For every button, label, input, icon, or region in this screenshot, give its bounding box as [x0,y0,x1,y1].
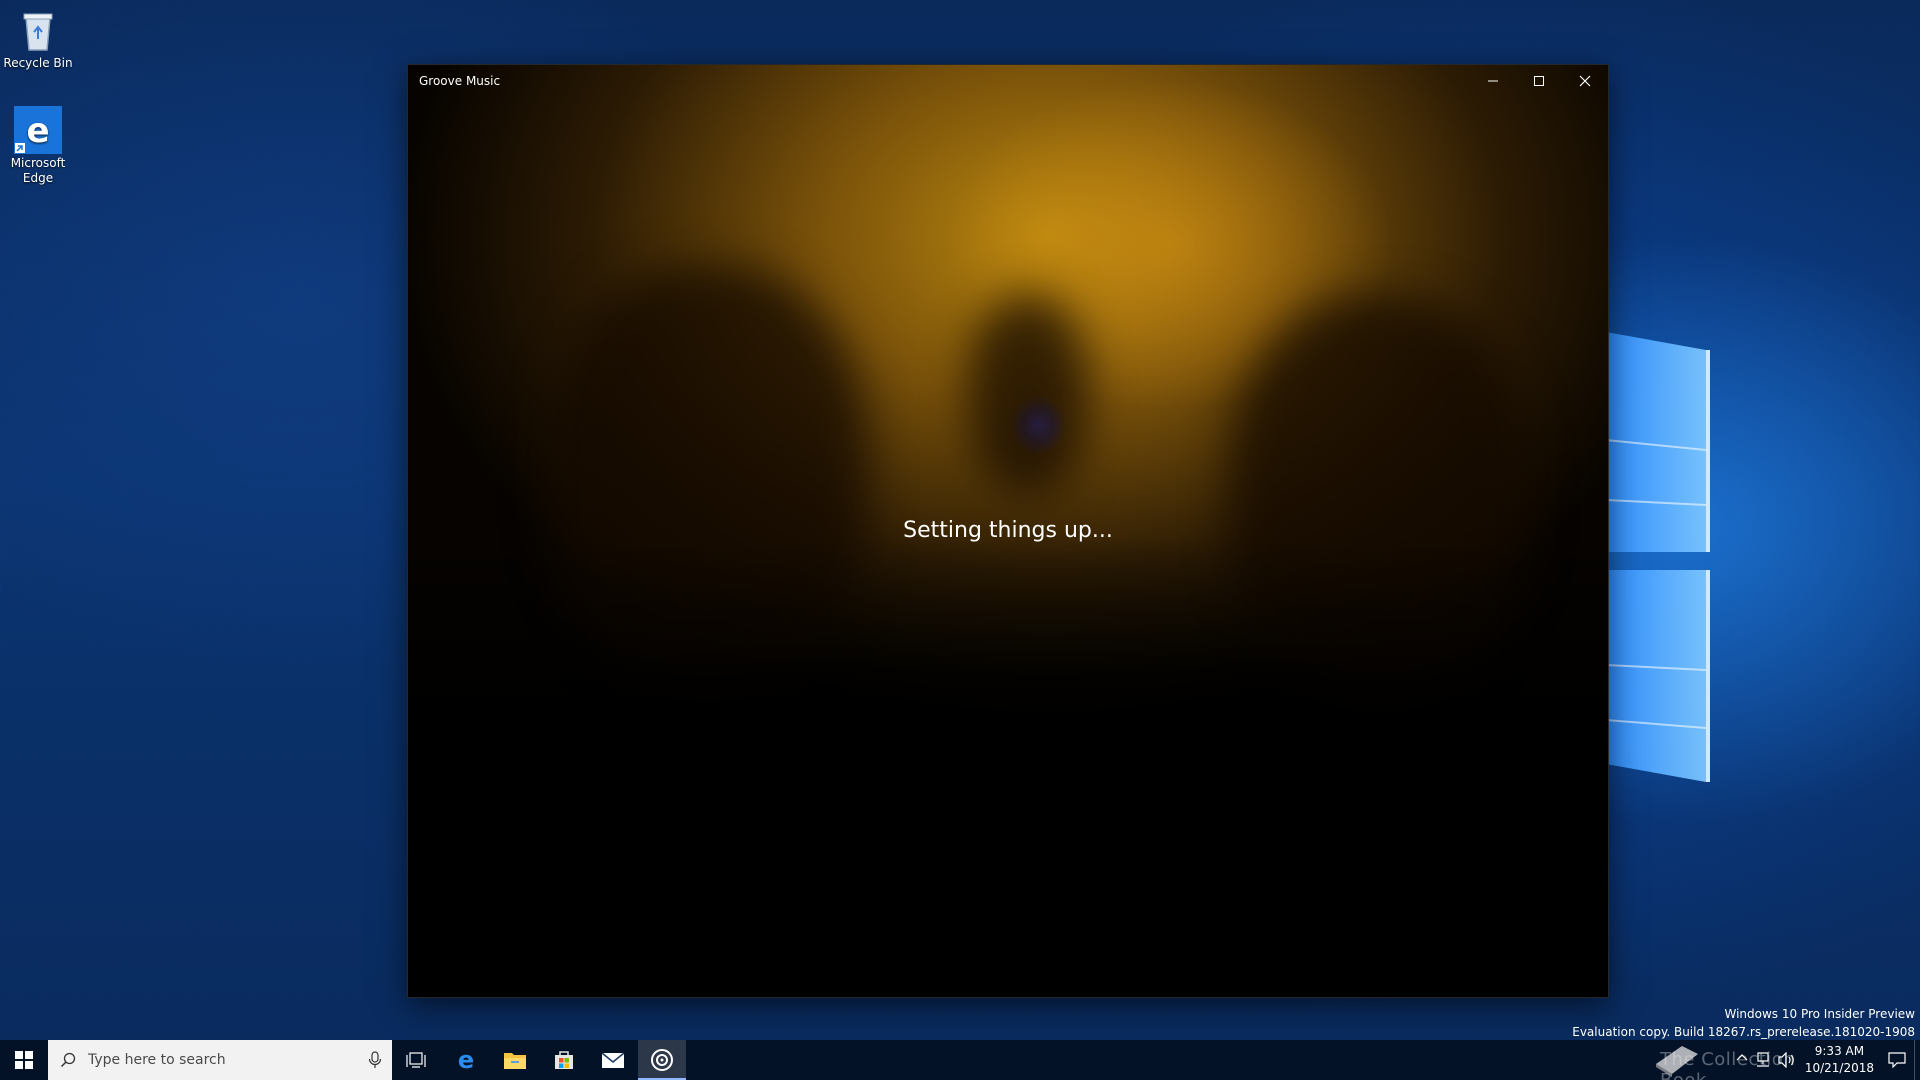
loading-status-text: Setting things up... [903,518,1113,543]
clock-time: 9:33 AM [1814,1044,1865,1058]
background-fade [408,537,1608,997]
watermark-edition: Windows 10 Pro Insider Preview [1724,1007,1915,1021]
groove-music-window[interactable]: Groove Music Setting things up... [408,65,1608,997]
edge-icon: e [458,1048,474,1072]
desktop-icon-microsoft-edge[interactable]: e Microsoft Edge [2,106,74,186]
clock-date: 10/21/2018 [1804,1061,1874,1075]
taskbar: Type here to search e Collection 9:33 AM… [0,1040,1920,1080]
network-icon[interactable] [1754,1052,1772,1068]
build-watermark: Windows 10 Pro Insider Preview Evaluatio… [1572,1005,1915,1041]
edge-icon: e [14,106,62,154]
chevron-up-icon[interactable] [1736,1052,1748,1064]
taskbar-store-button[interactable] [540,1040,588,1080]
taskbar-edge-button[interactable]: e [442,1040,490,1080]
minimize-icon [1488,80,1498,82]
maximize-icon [1534,76,1544,86]
close-icon [1579,75,1591,87]
watermark-build: Evaluation copy. Build 18267.rs_prerelea… [1572,1025,1915,1039]
mail-icon [601,1052,625,1068]
task-view-button[interactable] [392,1040,440,1080]
taskbar-groove-music-button[interactable] [638,1040,686,1080]
minimize-button[interactable] [1470,65,1516,97]
start-button[interactable] [0,1040,48,1080]
windows-start-icon [15,1051,33,1069]
store-icon [555,1051,573,1069]
taskbar-file-explorer-button[interactable] [491,1040,539,1080]
desktop-icon-label: Microsoft Edge [10,156,66,185]
search-placeholder: Type here to search [88,1052,226,1068]
close-button[interactable] [1562,65,1608,97]
action-center-icon[interactable] [1888,1052,1906,1068]
maximize-button[interactable] [1516,65,1562,97]
search-icon [60,1052,76,1068]
desktop-icon-label: Recycle Bin [3,56,73,70]
taskbar-search-box[interactable]: Type here to search [48,1040,392,1080]
window-title: Groove Music [419,74,501,88]
svg-text:e: e [458,1048,474,1072]
recycle-bin-icon [14,6,62,54]
system-tray: The Collection Book 9:33 AM 10/21/2018 [1656,1040,1920,1080]
file-explorer-icon [504,1053,526,1069]
svg-text:e: e [26,111,49,151]
windows-logo-wallpaper [1606,332,1710,782]
collection-book-logo-icon [1656,1046,1698,1077]
taskbar-mail-button[interactable] [589,1040,637,1080]
microphone-icon[interactable] [368,1051,382,1069]
background-art-shape [968,295,1088,495]
task-view-icon [406,1052,426,1068]
window-titlebar[interactable]: Groove Music [408,65,1608,97]
desktop-icon-recycle-bin[interactable]: Recycle Bin [2,6,74,71]
groove-music-icon [651,1049,673,1071]
show-desktop-button[interactable] [1914,1040,1920,1080]
taskbar-clock[interactable]: 9:33 AM 10/21/2018 [1805,1043,1874,1077]
volume-icon[interactable] [1778,1052,1796,1068]
